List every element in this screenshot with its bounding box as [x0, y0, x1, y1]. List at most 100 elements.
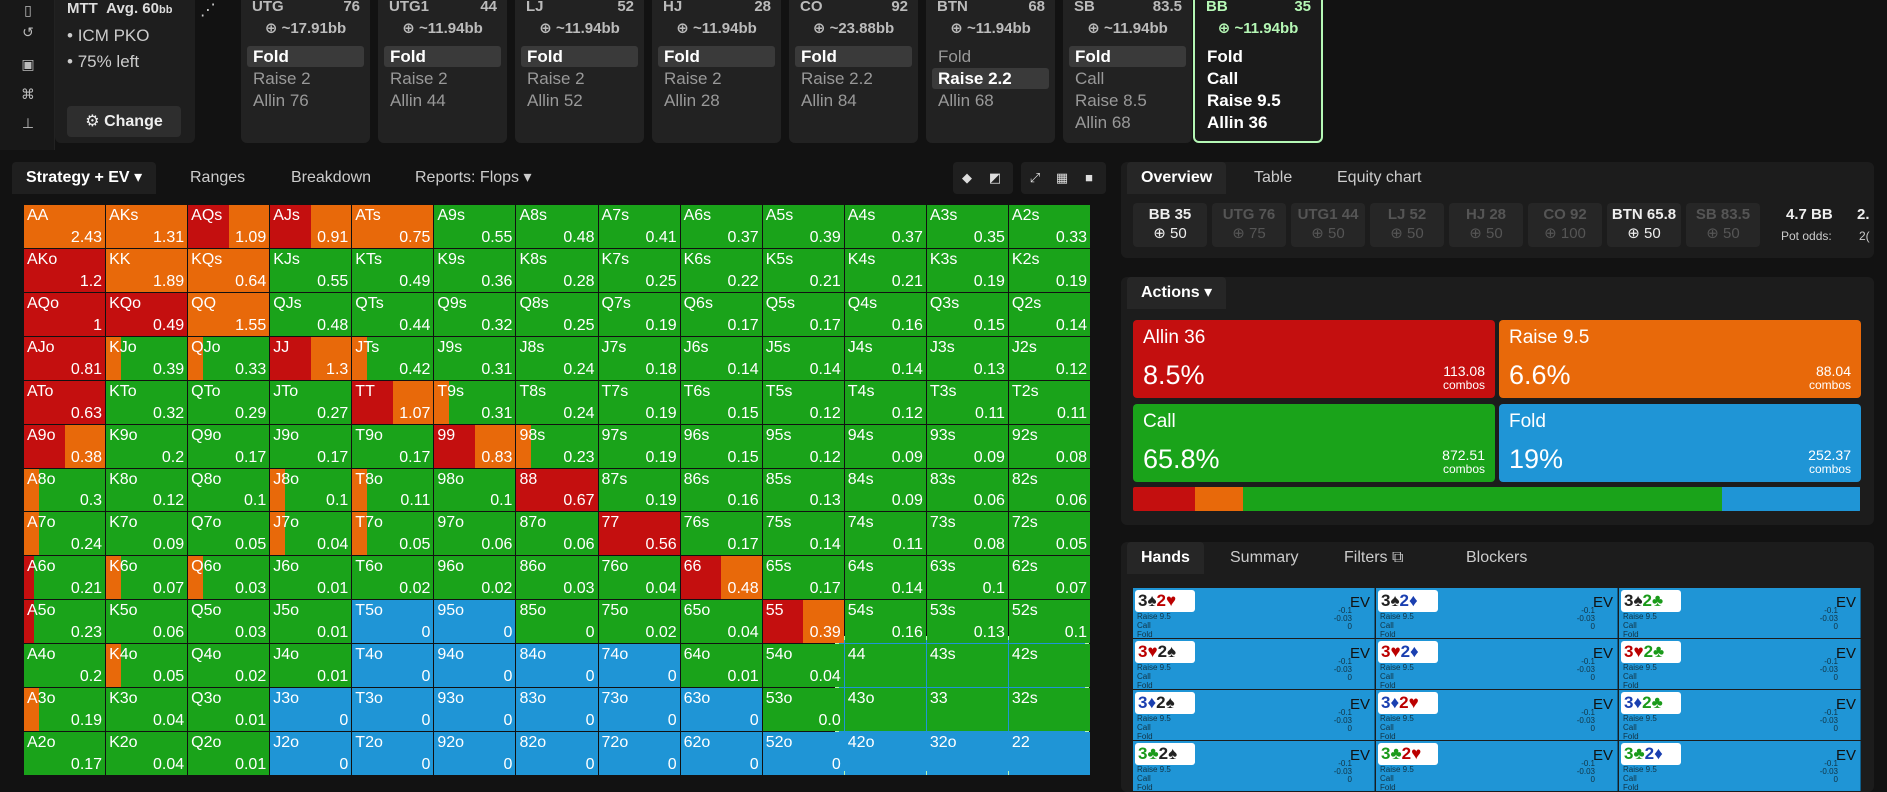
hand-cell[interactable]: T2s 0.11 [1008, 380, 1090, 424]
hand-cell[interactable]: 62o 0 [680, 732, 762, 775]
hand-cell[interactable]: 84o 0 [516, 644, 598, 688]
cube-icon[interactable]: ◆ [955, 167, 979, 189]
hand-cell[interactable]: 96o 0.02 [434, 556, 516, 600]
position-action[interactable]: Allin 36 [1201, 112, 1318, 133]
hand-cell[interactable]: 76o 0.04 [598, 556, 680, 600]
hand-cell[interactable]: 72s 0.05 [1008, 512, 1090, 556]
hand-cell[interactable]: 95s 0.12 [762, 424, 844, 468]
hand-cell[interactable]: A2o 0.17 [24, 732, 106, 775]
hand-cell[interactable]: 66 0.48 [680, 556, 762, 600]
hand-cell[interactable]: 93o 0 [434, 688, 516, 732]
hand-cell[interactable]: KK 1.89 [106, 248, 188, 292]
hand-combo[interactable]: 3♣2♠ EV Raise 9.5 Call Fold -0.1 -0.03 0 [1133, 741, 1375, 792]
hand-cell[interactable]: Q9s 0.32 [434, 292, 516, 336]
hand-cell[interactable]: 54s 0.16 [844, 600, 926, 644]
square-icon[interactable]: ■ [1077, 167, 1101, 189]
hand-cell[interactable]: 32s [1008, 688, 1090, 732]
hand-cell[interactable]: Q6s 0.17 [680, 292, 762, 336]
hand-cell[interactable]: J4o 0.01 [270, 644, 352, 688]
hand-cell[interactable]: 32o [926, 732, 1008, 775]
hand-cell[interactable]: 63s 0.1 [926, 556, 1008, 600]
hand-cell[interactable]: J3o 0 [270, 688, 352, 732]
expand-icon[interactable]: ⤢ [1023, 167, 1047, 189]
hand-cell[interactable]: 99 0.83 [434, 424, 516, 468]
hand-cell[interactable]: A9o 0.38 [24, 424, 106, 468]
action-box-call[interactable]: Call 65.8% 872.51 combos [1133, 404, 1495, 482]
hand-cell[interactable]: J3s 0.13 [926, 336, 1008, 380]
hand-cell[interactable]: J6o 0.01 [270, 556, 352, 600]
hand-cell[interactable]: 73o 0 [598, 688, 680, 732]
hand-cell[interactable]: A8o 0.3 [24, 468, 106, 512]
hand-cell[interactable]: 98o 0.1 [434, 468, 516, 512]
tab-breakdown[interactable]: Breakdown [277, 162, 385, 194]
hand-cell[interactable]: K5s 0.21 [762, 248, 844, 292]
hand-cell[interactable]: J9o 0.17 [270, 424, 352, 468]
hand-combo[interactable]: 3♣2♥ EV Raise 9.5 Call Fold -0.1 -0.03 0 [1376, 741, 1618, 792]
bookmark-icon[interactable]: ▯ [18, 0, 38, 20]
hand-cell[interactable]: Q2s 0.14 [1008, 292, 1090, 336]
hand-cell[interactable]: J2o 0 [270, 732, 352, 775]
hand-cell[interactable]: 52s 0.1 [1008, 600, 1090, 644]
hand-cell[interactable]: 52o 0 [762, 732, 844, 775]
hand-cell[interactable]: T4s 0.12 [844, 380, 926, 424]
hand-cell[interactable]: Q8o 0.1 [188, 468, 270, 512]
hand-combo[interactable]: 3♦2♣ EV Raise 9.5 Call Fold -0.1 -0.03 0 [1619, 690, 1861, 741]
hand-cell[interactable]: T6s 0.15 [680, 380, 762, 424]
position-action[interactable]: Raise 9.5 [1201, 90, 1318, 111]
tab-filters[interactable]: Filters ⧉ [1330, 542, 1417, 574]
hand-cell[interactable]: 83o 0 [516, 688, 598, 732]
position-action[interactable]: Allin 76 [247, 90, 364, 111]
seat-3[interactable]: LJ 52 ⊕ 50 [1370, 203, 1444, 247]
hand-cell[interactable]: 64o 0.01 [680, 644, 762, 688]
hand-combo[interactable]: 3♥2♠ EV Raise 9.5 Call Fold -0.1 -0.03 0 [1133, 639, 1375, 690]
hand-cell[interactable]: 94s 0.09 [844, 424, 926, 468]
hand-cell[interactable]: 95o 0 [434, 600, 516, 644]
tab-reports-flops[interactable]: Reports: Flops ▾ [401, 162, 546, 194]
hand-cell[interactable]: KJo 0.39 [106, 336, 188, 380]
hand-cell[interactable]: T7s 0.19 [598, 380, 680, 424]
position-action[interactable]: Fold [1069, 46, 1186, 67]
hand-cell[interactable]: K2s 0.19 [1008, 248, 1090, 292]
hand-cell[interactable]: K8o 0.12 [106, 468, 188, 512]
seat-4[interactable]: HJ 28 ⊕ 50 [1449, 203, 1523, 247]
hand-cell[interactable]: QTs 0.44 [352, 292, 434, 336]
hand-cell[interactable]: 44 [844, 644, 926, 688]
hand-cell[interactable]: K3s 0.19 [926, 248, 1008, 292]
align-icon[interactable]: ⊥ [18, 113, 38, 133]
position-action[interactable]: Raise 2 [658, 68, 775, 89]
position-action[interactable]: Allin 28 [658, 90, 775, 111]
hand-cell[interactable]: T9s 0.31 [434, 380, 516, 424]
hand-cell[interactable]: A6o 0.21 [24, 556, 106, 600]
hand-cell[interactable]: QJo 0.33 [188, 336, 270, 380]
hand-cell[interactable]: 76s 0.17 [680, 512, 762, 556]
position-card-lj[interactable]: LJ 52 ⊕ ~11.94bb Fold Raise 2 Allin 52 [515, 0, 644, 143]
hand-cell[interactable]: T8o 0.11 [352, 468, 434, 512]
seat-2[interactable]: UTG1 44 ⊕ 50 [1291, 203, 1365, 247]
position-action[interactable]: Fold [932, 46, 1049, 67]
hand-cell[interactable]: JTo 0.27 [270, 380, 352, 424]
hand-cell[interactable]: KQs 0.64 [188, 248, 270, 292]
save-icon[interactable]: ▣ [18, 54, 38, 74]
hand-cell[interactable]: Q3s 0.15 [926, 292, 1008, 336]
hand-cell[interactable]: 88 0.67 [516, 468, 598, 512]
position-action[interactable]: Fold [795, 46, 912, 67]
position-action[interactable]: Raise 2.2 [932, 68, 1049, 89]
hand-cell[interactable]: 43o [844, 688, 926, 732]
hand-cell[interactable]: T3s 0.11 [926, 380, 1008, 424]
hand-cell[interactable]: 64s 0.14 [844, 556, 926, 600]
hand-cell[interactable]: AQo 1 [24, 292, 106, 336]
hand-cell[interactable]: K8s 0.28 [516, 248, 598, 292]
hand-cell[interactable]: JJ 1.3 [270, 336, 352, 380]
hand-cell[interactable]: A5o 0.23 [24, 600, 106, 644]
branch-icon[interactable]: ⋰ [200, 0, 216, 20]
hand-cell[interactable]: J6s 0.14 [680, 336, 762, 380]
hand-cell[interactable]: 75o 0.02 [598, 600, 680, 644]
hand-cell[interactable]: 96s 0.15 [680, 424, 762, 468]
position-action[interactable]: Raise 8.5 [1069, 90, 1186, 111]
seat-1[interactable]: UTG 76 ⊕ 75 [1212, 203, 1286, 247]
position-card-co[interactable]: CO 92 ⊕ ~23.88bb Fold Raise 2.2 Allin 84 [789, 0, 918, 143]
seat-6[interactable]: BTN 65.8 ⊕ 50 [1607, 203, 1681, 247]
position-card-hj[interactable]: HJ 28 ⊕ ~11.94bb Fold Raise 2 Allin 28 [652, 0, 781, 143]
hand-cell[interactable]: AKo 1.2 [24, 248, 106, 292]
hand-cell[interactable]: 97s 0.19 [598, 424, 680, 468]
